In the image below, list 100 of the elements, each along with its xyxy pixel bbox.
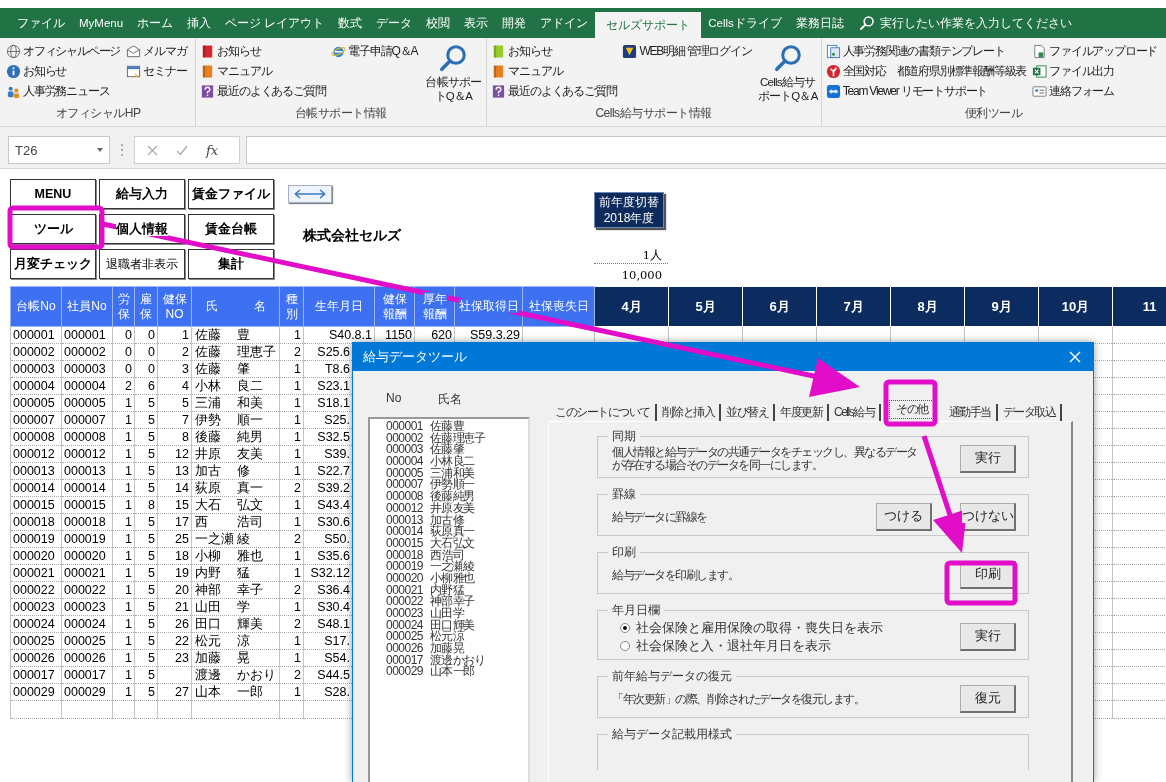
ribbon-item[interactable]: お知らせ	[6, 61, 67, 81]
ribbon-tab[interactable]: Cellsドライブ	[701, 8, 789, 38]
ribbon-item[interactable]: 最近のよくあるご質問	[491, 81, 617, 101]
dialog-tab[interactable]: データ取込	[997, 404, 1063, 421]
ribbon-item[interactable]: Team Viewer リモートサポート	[825, 81, 988, 101]
ribbon-tab[interactable]: 数式	[331, 8, 370, 38]
table-cell: 000026	[61, 649, 113, 667]
ribbon-large-button[interactable]: Cells給与サポートQ＆A	[757, 41, 818, 104]
sheet-button[interactable]: ツール	[10, 214, 96, 244]
dialog-button[interactable]: 復元	[960, 685, 1016, 713]
cancel-icon[interactable]	[147, 144, 158, 156]
ribbon-item[interactable]: セミナー	[126, 61, 187, 81]
dialog-tab[interactable]: 削除と挿入	[656, 404, 721, 421]
name-box[interactable]: T26	[8, 136, 110, 164]
list-item[interactable]: 000004 小林 良二	[386, 456, 528, 468]
dialog-button[interactable]: 実行	[960, 623, 1016, 651]
dialog-tab[interactable]: 通勤手当	[943, 404, 998, 421]
sheet-button[interactable]: MENU	[10, 179, 96, 209]
ribbon-tab[interactable]: セルズサポート	[595, 12, 702, 38]
ribbon-tab[interactable]: ページ レイアウト	[218, 8, 332, 38]
list-item[interactable]: 000001 佐藤 豊	[386, 421, 528, 433]
year-switch-button[interactable]: 前年度切替 2018年度	[594, 192, 664, 228]
list-item[interactable]: 000023 山田 学	[386, 608, 528, 620]
table-cell: 1	[112, 564, 135, 582]
sheet-button[interactable]: 退職者非表示	[99, 249, 185, 279]
ribbon-tab[interactable]: 業務日誌	[788, 8, 851, 38]
table-cell: 輝美	[237, 617, 263, 631]
list-item[interactable]: 000020 小柳 雅也	[386, 572, 528, 585]
dialog-button[interactable]: 実行	[960, 445, 1016, 473]
search-icon	[438, 43, 469, 73]
dialog-tab[interactable]: 並び替え	[721, 404, 775, 421]
table-cell: かおり	[237, 668, 276, 682]
list-item[interactable]: 000022 神部 幸子	[386, 596, 528, 608]
sheet-button[interactable]: 賃金ファイル	[188, 179, 274, 209]
dialog-tab[interactable]: このシートについて	[550, 404, 657, 421]
ribbon-item[interactable]: マニュアル	[200, 61, 272, 81]
ribbon-item[interactable]: 最近のよくあるご質問	[200, 81, 326, 101]
ribbon-tab[interactable]: 挿入	[180, 8, 219, 38]
table-cell: 000020	[61, 547, 113, 565]
list-item[interactable]: 000015 大石 弘文	[386, 537, 528, 550]
envelope-icon	[126, 43, 142, 59]
table-cell: 幸子	[237, 583, 263, 597]
list-item[interactable]: 000024 田口 輝美	[386, 619, 528, 632]
ribbon-tab[interactable]: ファイル	[10, 8, 72, 38]
list-item[interactable]: 000012 井原 友美	[386, 502, 528, 515]
ribbon-item[interactable]: 人事労務関連の書類テンプレート	[825, 41, 1005, 61]
radio-button[interactable]	[620, 641, 630, 651]
formula-input[interactable]	[246, 136, 1166, 164]
table-cell: 6	[134, 377, 158, 395]
document-icon	[825, 43, 841, 59]
ribbon-item[interactable]: 連絡フォーム	[1032, 81, 1115, 101]
ribbon-tab[interactable]: 表示	[457, 8, 496, 38]
table-cell: 5	[134, 564, 158, 582]
check-icon[interactable]	[176, 144, 188, 156]
dialog-tab[interactable]: 年度更新	[775, 404, 829, 421]
ribbon-item[interactable]: オフィシャルページ	[6, 41, 121, 61]
employee-list[interactable]	[368, 417, 530, 782]
ribbon-item[interactable]: メルマガ	[126, 41, 187, 61]
ribbon-tab[interactable]: データ	[369, 8, 420, 38]
ribbon-item[interactable]: お知らせ	[491, 41, 552, 61]
ribbon-tab[interactable]: MyMenu	[72, 8, 131, 38]
table-cell: 1	[112, 479, 135, 497]
insert-function-button[interactable]: fx	[206, 142, 219, 158]
dialog-button[interactable]: つけない	[960, 503, 1016, 531]
radio-label[interactable]: 社会保険と雇用保険の取得・喪失日を表示	[636, 619, 883, 637]
ribbon-item[interactable]: マニュアル	[491, 61, 563, 81]
ribbon-item[interactable]: ファイルアップロード	[1032, 41, 1158, 61]
list-item[interactable]: 000029 山本 一郎	[386, 666, 528, 679]
list-item[interactable]: 000019 一之瀬 綾	[386, 561, 528, 573]
ribbon-item[interactable]: ファイル出力	[1032, 61, 1115, 81]
dialog-tab[interactable]: Cells給与	[829, 404, 882, 421]
list-item[interactable]: 000017 渡邊 かおり	[386, 654, 528, 667]
ribbon-large-button[interactable]: 台帳サポートQ＆A	[423, 41, 484, 104]
ribbon-tab[interactable]: 校閲	[419, 8, 458, 38]
radio-button[interactable]	[620, 623, 630, 633]
column-toggle-button[interactable]	[288, 185, 332, 203]
list-item[interactable]: 000008 後藤 純男	[386, 491, 528, 503]
ribbon-item[interactable]: 電子申請Q＆A	[331, 41, 418, 61]
group-label: 台帳サポート情報	[294, 105, 387, 122]
list-item[interactable]: 000005 三浦 和美	[386, 467, 528, 480]
sheet-button[interactable]: 給与入力	[99, 179, 185, 209]
table-cell: 1	[112, 598, 135, 616]
ribbon-item[interactable]: お知らせ	[200, 41, 261, 61]
dialog-button[interactable]: つける	[876, 503, 932, 531]
ribbon-item[interactable]: 人事労務ニュース	[6, 81, 110, 101]
table-cell: 000019	[10, 530, 62, 548]
radio-label[interactable]: 社会保険と入・退社年月日を表示	[636, 637, 831, 655]
search-field[interactable]: 実行したい作業を入力してください	[858, 8, 1072, 38]
ribbon-tab[interactable]: アドイン	[533, 8, 596, 38]
table-cell: 000023	[10, 598, 62, 616]
caret-icon[interactable]	[97, 148, 103, 152]
list-item[interactable]: 000014 荻原 真一	[386, 526, 528, 538]
close-icon[interactable]	[1069, 351, 1081, 363]
ribbon-item[interactable]: WEB明細 管理ログイン	[622, 41, 752, 61]
ribbon-tab[interactable]: ホーム	[130, 8, 181, 38]
sheet-button[interactable]: 賃金台帳	[188, 214, 274, 244]
ribbon-item[interactable]: 全国対応 都道府県別標準報酬等級表	[825, 61, 1027, 81]
list-item[interactable]: 000026 加藤 晃	[386, 643, 528, 655]
sheet-button[interactable]: 月変チェック	[10, 249, 96, 279]
ribbon-tab[interactable]: 開発	[495, 8, 534, 38]
